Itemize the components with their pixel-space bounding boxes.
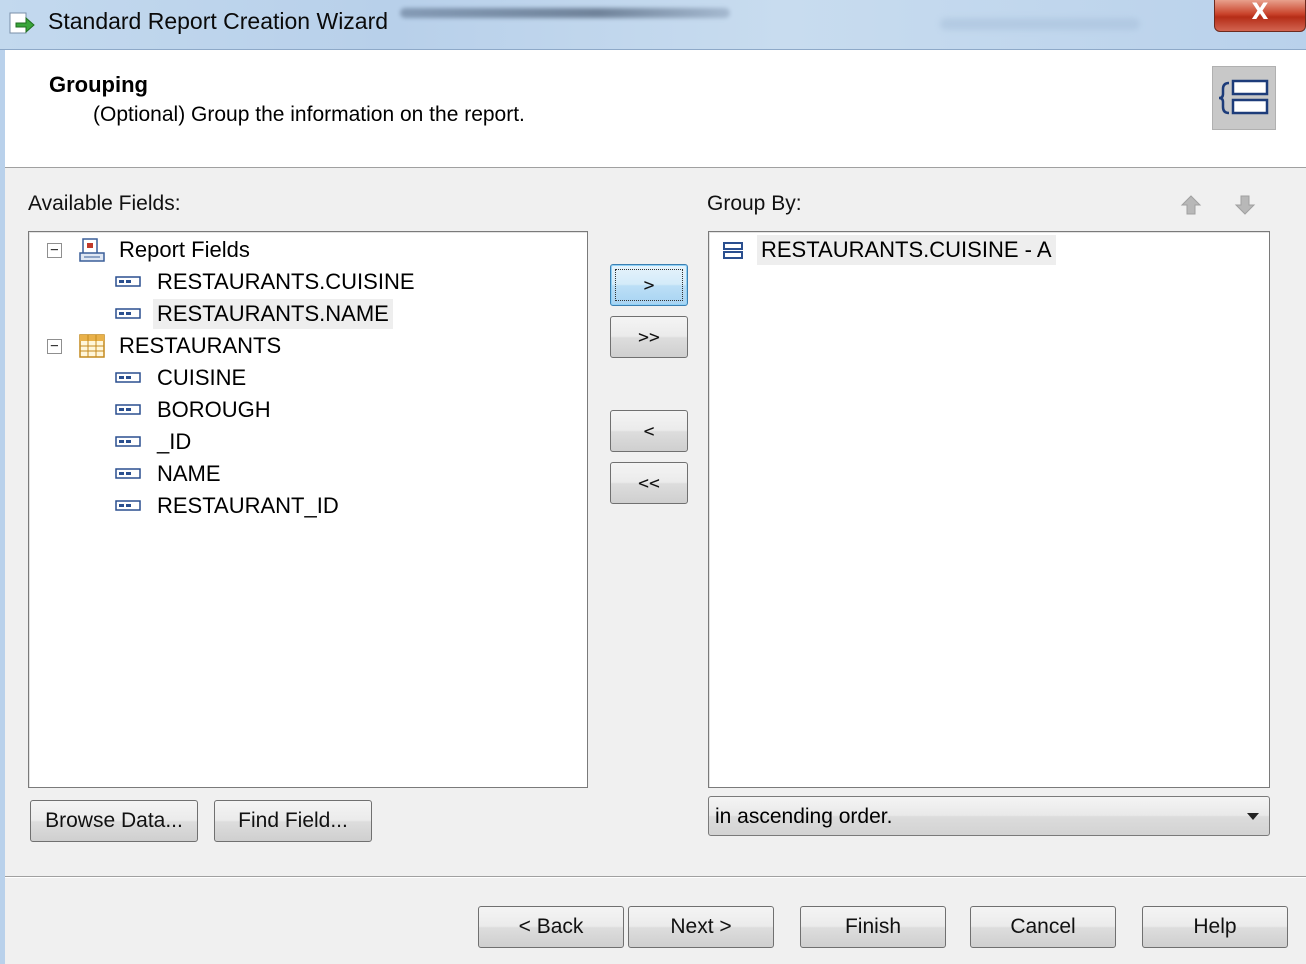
group-item-icon xyxy=(723,242,743,259)
chevron-down-icon[interactable] xyxy=(1247,813,1259,820)
remove-field-button[interactable]: < xyxy=(610,410,688,452)
tree-item-field[interactable]: RESTAURANTS.CUISINE xyxy=(29,267,569,297)
page-subtitle: (Optional) Group the information on the … xyxy=(93,103,525,126)
field-icon xyxy=(115,500,141,511)
field-icon xyxy=(115,276,141,287)
tree-item-label: RESTAURANTS.CUISINE xyxy=(157,269,415,294)
tree-item-field[interactable]: BOROUGH xyxy=(29,395,569,425)
grouping-icon xyxy=(1212,66,1276,130)
report-fields-icon xyxy=(79,238,105,262)
collapse-toggle[interactable]: − xyxy=(47,339,62,354)
finish-button[interactable]: Finish xyxy=(800,906,946,948)
arrow-down-icon[interactable] xyxy=(1234,194,1256,216)
footer-divider xyxy=(5,876,1306,878)
tree-node-label: RESTAURANTS xyxy=(119,333,282,358)
tree-item-field[interactable]: NAME xyxy=(29,459,569,489)
tree-node-label: Report Fields xyxy=(119,237,250,262)
group-by-list[interactable]: RESTAURANTS.CUISINE - A xyxy=(708,231,1270,788)
tree-node-report-fields[interactable]: − Report Fields xyxy=(29,235,569,265)
window-title: Standard Report Creation Wizard xyxy=(48,8,389,34)
collapse-toggle[interactable]: − xyxy=(47,243,62,258)
next-button[interactable]: Next > xyxy=(628,906,774,948)
sort-order-dropdown[interactable]: in ascending order. xyxy=(708,796,1270,836)
available-fields-label: Available Fields: xyxy=(28,192,181,215)
field-icon xyxy=(115,436,141,447)
tree-item-label: CUISINE xyxy=(157,365,247,390)
tree-item-field-selected[interactable]: RESTAURANTS.NAME xyxy=(29,299,569,329)
cancel-button[interactable]: Cancel xyxy=(970,906,1116,948)
blurred-background xyxy=(400,8,730,18)
table-icon xyxy=(79,334,105,358)
field-icon xyxy=(115,372,141,383)
tree-item-field[interactable]: CUISINE xyxy=(29,363,569,393)
wizard-header: Grouping (Optional) Group the informatio… xyxy=(5,50,1306,168)
available-fields-tree[interactable]: − Report Fields RESTAURANTS.CUISINE REST… xyxy=(28,231,588,788)
tree-item-label: _ID xyxy=(157,429,192,454)
focus-indicator xyxy=(615,269,683,301)
tree-item-label: BOROUGH xyxy=(157,397,271,422)
blurred-background xyxy=(940,18,1140,30)
add-field-button[interactable]: > xyxy=(610,264,688,306)
add-all-fields-button[interactable]: >> xyxy=(610,316,688,358)
sort-order-value: in ascending order. xyxy=(715,805,893,828)
field-icon xyxy=(115,404,141,415)
tree-item-label: NAME xyxy=(157,461,221,486)
help-button[interactable]: Help xyxy=(1142,906,1288,948)
field-icon xyxy=(115,468,141,479)
tree-item-field[interactable]: RESTAURANT_ID xyxy=(29,491,569,521)
wizard-app-icon xyxy=(9,12,35,34)
group-by-item-label: RESTAURANTS.CUISINE - A xyxy=(757,235,1056,265)
find-field-button[interactable]: Find Field... xyxy=(214,800,372,842)
window-border xyxy=(0,50,5,964)
remove-all-fields-button[interactable]: << xyxy=(610,462,688,504)
page-title: Grouping xyxy=(49,72,148,97)
close-icon: X xyxy=(1251,0,1269,25)
title-bar[interactable]: Standard Report Creation Wizard X xyxy=(0,0,1306,50)
back-button[interactable]: < Back xyxy=(478,906,624,948)
close-button[interactable]: X xyxy=(1214,0,1306,32)
group-by-item[interactable]: RESTAURANTS.CUISINE - A xyxy=(709,235,1249,265)
tree-item-label: RESTAURANT_ID xyxy=(157,493,339,518)
group-by-label: Group By: xyxy=(707,192,802,215)
field-icon xyxy=(115,308,141,319)
tree-item-label: RESTAURANTS.NAME xyxy=(153,299,393,329)
tree-item-field[interactable]: _ID xyxy=(29,427,569,457)
tree-node-restaurants[interactable]: − RESTAURANTS xyxy=(29,331,569,361)
arrow-up-icon[interactable] xyxy=(1180,194,1202,216)
browse-data-button[interactable]: Browse Data... xyxy=(30,800,198,842)
